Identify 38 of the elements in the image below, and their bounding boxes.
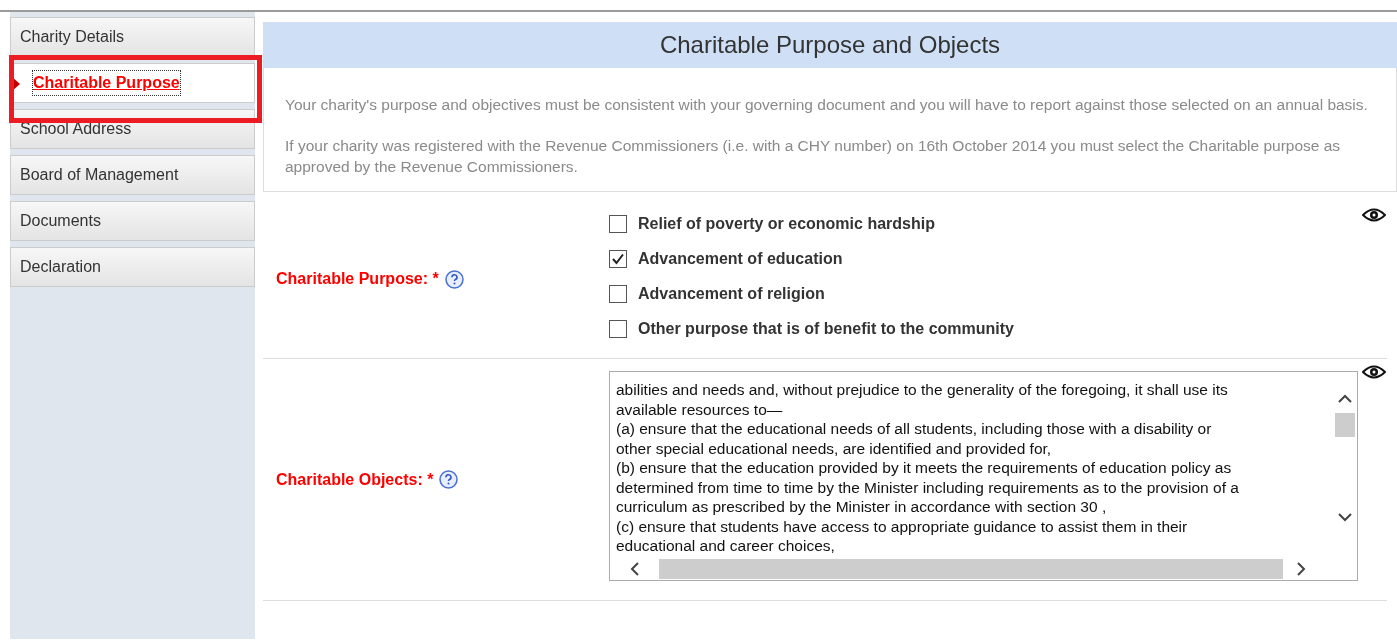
textarea-line: available resources to— — [616, 399, 784, 419]
textarea-line: curriculum as prescribed by the Minister in accordance with section 30 , — [616, 497, 1108, 517]
textarea-line: (b) ensure that the education provided by it meets the requirements of education policy as — [616, 458, 1233, 478]
field-label: Charitable Objects: * — [276, 469, 434, 490]
info-text: Your charity's purpose and objectives must be consistent with your governing document and you will have to report against those selected on an annual basis. — [285, 95, 1369, 115]
scroll-right-icon[interactable] — [1297, 562, 1306, 576]
checkbox-label: Advancement of religion — [638, 284, 825, 304]
scroll-up-icon[interactable] — [1338, 394, 1352, 403]
checkbox-label: Other purpose that is of benefit to the community — [638, 319, 1014, 339]
scroll-down-icon[interactable] — [1338, 513, 1352, 522]
textarea-line: abilities and needs and, without prejudice to the generality of the foregoing, it shall use its — [616, 380, 1229, 400]
objects-textarea[interactable] — [609, 371, 1358, 581]
info-text: If your charity was registered with the Revenue Commissioners (i.e. with a CHY number) on 16th October 2014 you must select the Charitable purpose as approved by the Revenue Commissioners. — [285, 136, 1342, 177]
scroll-left-icon[interactable] — [630, 562, 639, 576]
nav-tab[interactable]: Documents — [10, 201, 255, 241]
nav-tab[interactable]: Declaration — [10, 247, 255, 287]
nav-tab[interactable]: Board of Management — [10, 155, 255, 195]
textarea-line: educational and career choices, — [616, 536, 836, 556]
checkbox[interactable] — [609, 215, 627, 233]
textarea-line: other special educational needs, are identified and provided for, — [616, 438, 1053, 458]
checkbox[interactable] — [609, 250, 627, 268]
checkbox[interactable] — [609, 285, 627, 303]
textarea-line: (c) ensure that students have access to appropriate guidance to assist them in their — [616, 516, 1189, 536]
nav-tab[interactable]: School Address — [10, 109, 255, 149]
checkbox-label: Relief of poverty or economic hardship — [638, 214, 935, 234]
page-title: Charitable Purpose and Objects — [659, 30, 1001, 60]
eye-icon[interactable] — [1362, 208, 1386, 222]
scrollbar-thumb[interactable] — [659, 559, 1283, 579]
checkbox-label: Advancement of education — [638, 249, 843, 269]
nav-tab[interactable]: Charity Details — [10, 17, 255, 57]
field-label: Charitable Purpose: * — [276, 269, 439, 289]
eye-icon[interactable] — [1362, 365, 1386, 379]
textarea-line: (a) ensure that the educational needs of all students, including those with a disability or — [616, 419, 1213, 439]
help-icon[interactable] — [439, 470, 459, 489]
checkbox[interactable] — [609, 320, 627, 338]
help-icon[interactable] — [444, 269, 464, 289]
scrollbar-thumb[interactable] — [1335, 413, 1355, 437]
textarea-line: determined from time to time by the Minister including requirements as to the provision of a — [616, 477, 1240, 497]
